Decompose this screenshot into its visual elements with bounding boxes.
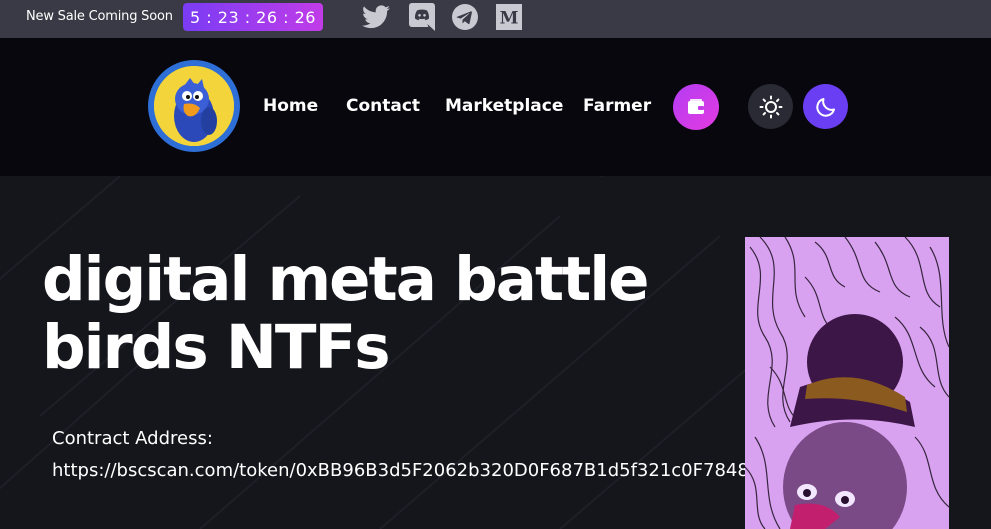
sun-icon xyxy=(759,95,782,118)
discord-icon[interactable] xyxy=(408,3,436,31)
nft-bird-image xyxy=(745,237,949,529)
medium-icon[interactable]: M xyxy=(495,3,523,31)
dark-mode-button[interactable] xyxy=(803,84,848,129)
light-mode-button[interactable] xyxy=(748,84,793,129)
hero-title: digital meta battle birds NTFs xyxy=(42,244,650,383)
contract-address-label: Contract Address: xyxy=(52,428,213,449)
site-logo[interactable] xyxy=(148,60,240,152)
wallet-icon xyxy=(688,99,704,114)
contract-address-link[interactable]: https://bscscan.com/token/0xBB96B3d5F206… xyxy=(52,460,746,481)
nav-link-home[interactable]: Home xyxy=(263,96,318,116)
sale-announcement: New Sale Coming Soon xyxy=(26,9,173,24)
telegram-icon[interactable] xyxy=(451,3,479,31)
announcement-bar: New Sale Coming Soon 5 : 23 : 26 : 26 M xyxy=(0,0,991,38)
twitter-icon[interactable] xyxy=(362,3,390,31)
countdown-timer: 5 : 23 : 26 : 26 xyxy=(183,3,323,31)
nav-link-farmer[interactable]: Farmer xyxy=(583,96,651,116)
nav-link-marketplace[interactable]: Marketplace xyxy=(445,96,563,116)
nav-link-contact[interactable]: Contact xyxy=(346,96,420,116)
svg-text:M: M xyxy=(500,9,519,29)
moon-icon xyxy=(815,97,835,117)
parrot-logo-icon xyxy=(154,66,234,146)
connect-wallet-button[interactable] xyxy=(673,84,719,130)
